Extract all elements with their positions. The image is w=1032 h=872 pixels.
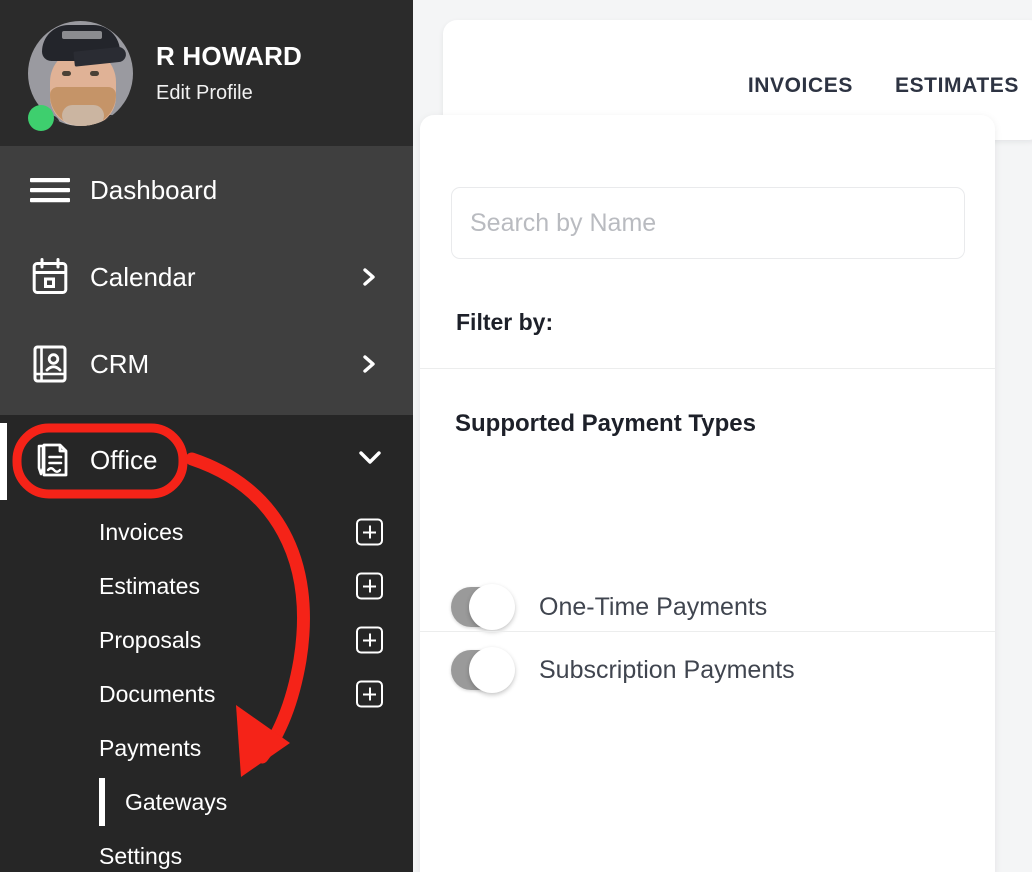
office-section: Office Invoices Estimates Proposals Docu… xyxy=(0,415,413,872)
sidebar-subitem-label: Proposals xyxy=(99,626,202,653)
toggle-knob xyxy=(469,647,515,693)
sidebar-subitem-label: Invoices xyxy=(99,518,184,545)
add-document-button[interactable] xyxy=(356,680,383,708)
tab-bar: INVOICES ESTIMATES xyxy=(748,74,1019,98)
chevron-right-icon xyxy=(361,354,379,373)
add-estimate-button[interactable] xyxy=(356,572,383,600)
sidebar-subitem-settings[interactable]: Settings xyxy=(0,829,413,872)
main-content: INVOICES ESTIMATES Filter by: Supported … xyxy=(413,0,1032,872)
sidebar-subitem-label: Documents xyxy=(99,680,216,707)
contact-book-icon xyxy=(27,341,73,387)
document-pen-icon xyxy=(27,437,73,483)
sidebar-subitem-label: Gateways xyxy=(125,788,228,815)
sidebar-item-label: Dashboard xyxy=(90,174,218,205)
sidebar-subitem-payments[interactable]: Payments xyxy=(0,721,413,775)
one-time-payments-toggle[interactable] xyxy=(451,584,515,630)
hamburger-menu-icon xyxy=(27,167,73,213)
toggle-label: Subscription Payments xyxy=(539,655,795,684)
add-invoice-button[interactable] xyxy=(356,518,383,546)
app-window: R HOWARD Edit Profile Dashboard Calendar… xyxy=(0,0,1032,872)
sidebar-subitem-label: Payments xyxy=(99,734,202,761)
sidebar-subitem-label: Settings xyxy=(99,842,183,869)
sidebar-subitem-documents[interactable]: Documents xyxy=(0,667,413,721)
sidebar-subitem-invoices[interactable]: Invoices xyxy=(0,505,413,559)
sidebar-subitem-proposals[interactable]: Proposals xyxy=(0,613,413,667)
tab-estimates[interactable]: ESTIMATES xyxy=(895,74,1019,98)
tab-invoices[interactable]: INVOICES xyxy=(748,74,853,98)
sidebar-item-calendar[interactable]: Calendar xyxy=(0,233,413,320)
sidebar-item-dashboard[interactable]: Dashboard xyxy=(0,146,413,233)
sidebar-subitem-label: Estimates xyxy=(99,572,200,599)
toggle-label: One-Time Payments xyxy=(539,592,768,621)
edit-profile-link[interactable]: Edit Profile xyxy=(156,80,302,106)
search-input[interactable] xyxy=(451,187,965,259)
filter-panel: Filter by: Supported Payment Types One-T… xyxy=(420,115,995,872)
supported-payment-types-title: Supported Payment Types xyxy=(455,410,756,437)
active-item-indicator xyxy=(99,778,105,826)
online-status-dot xyxy=(28,104,54,131)
toggle-row-one-time-payments[interactable]: One-Time Payments xyxy=(451,584,768,630)
subscription-payments-toggle[interactable] xyxy=(451,647,515,693)
toggle-knob xyxy=(469,584,515,630)
sidebar-item-office[interactable]: Office xyxy=(0,415,413,505)
profile-name: R HOWARD xyxy=(156,40,303,71)
toggle-row-subscription-payments[interactable]: Subscription Payments xyxy=(451,647,795,693)
divider xyxy=(420,368,995,369)
avatar[interactable] xyxy=(28,20,133,131)
sidebar-subitem-gateways[interactable]: Gateways xyxy=(0,775,413,829)
sidebar-subitem-estimates[interactable]: Estimates xyxy=(0,559,413,613)
sidebar: R HOWARD Edit Profile Dashboard Calendar… xyxy=(0,0,413,872)
chevron-right-icon xyxy=(361,267,379,286)
sidebar-item-label: CRM xyxy=(90,348,150,379)
calendar-icon xyxy=(27,254,73,300)
chevron-down-icon[interactable] xyxy=(359,450,381,470)
filter-by-label: Filter by: xyxy=(456,309,554,335)
profile-header[interactable]: R HOWARD Edit Profile xyxy=(0,0,413,146)
sidebar-item-crm[interactable]: CRM xyxy=(0,320,413,407)
add-proposal-button[interactable] xyxy=(356,626,383,654)
primary-nav: Dashboard Calendar CRM xyxy=(0,146,413,415)
divider xyxy=(420,631,995,632)
sidebar-item-label: Office xyxy=(90,444,158,475)
sidebar-item-label: Calendar xyxy=(90,261,196,292)
